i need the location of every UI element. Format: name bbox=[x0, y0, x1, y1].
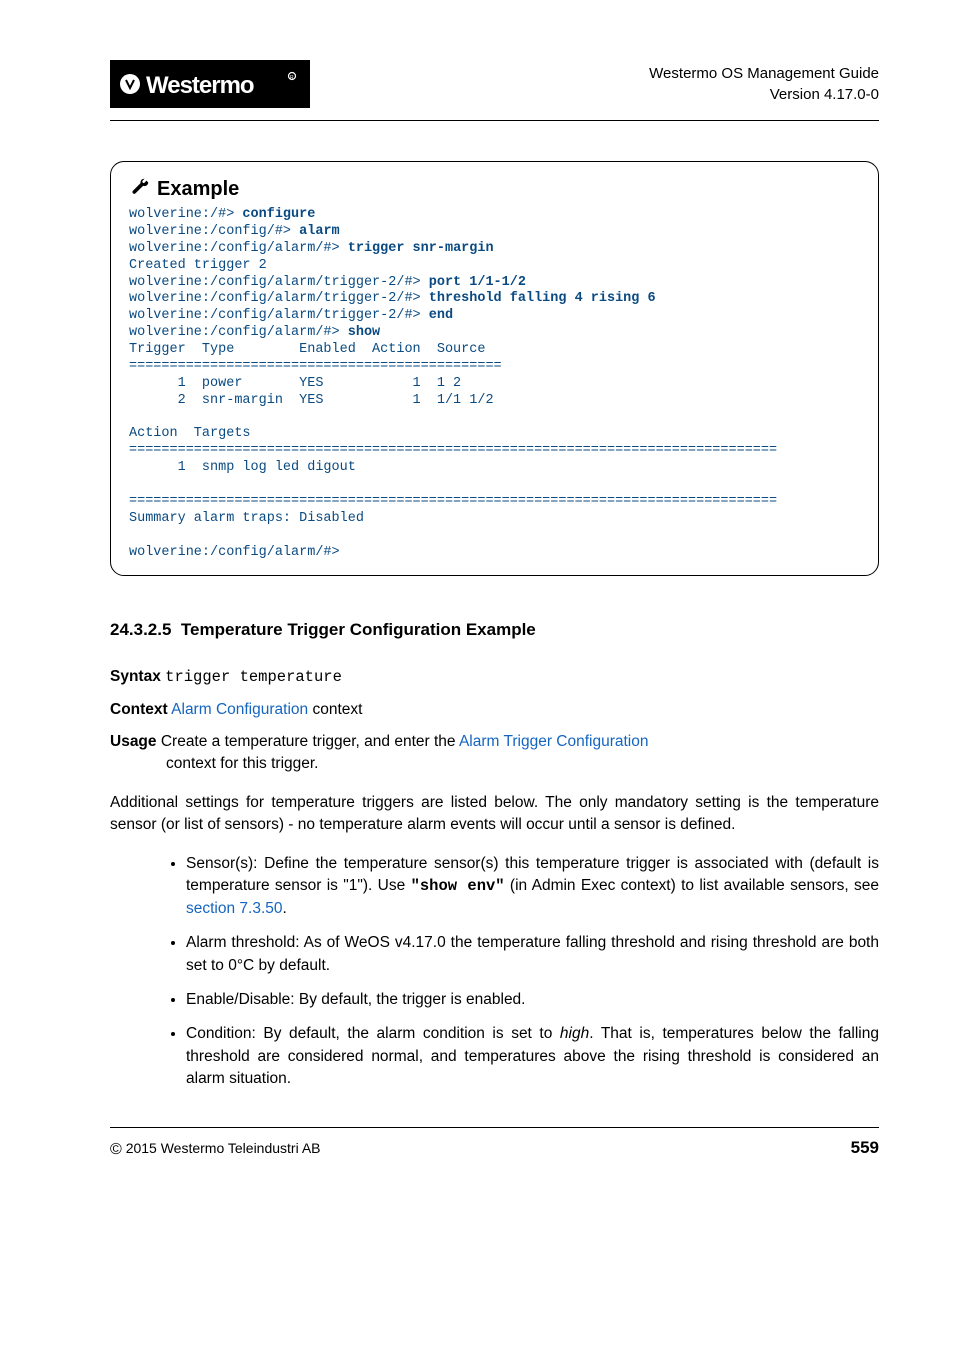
section-number: 24.3.2.5 bbox=[110, 620, 171, 639]
guide-title: Westermo OS Management Guide bbox=[649, 63, 879, 84]
page-number: 559 bbox=[851, 1138, 879, 1158]
bullet-sensors: Sensor(s): Define the temperature sensor… bbox=[186, 853, 879, 920]
section-heading: 24.3.2.5 Temperature Trigger Configurati… bbox=[110, 620, 879, 640]
usage-label: Usage bbox=[110, 733, 157, 750]
page-header: Westermo R Westermo OS Management Guide … bbox=[110, 60, 879, 120]
context-link[interactable]: Alarm Configuration bbox=[171, 701, 308, 718]
example-box: Example wolverine:/#> configure wolverin… bbox=[110, 161, 879, 576]
context-label: Context bbox=[110, 701, 168, 718]
usage-lead-link[interactable]: Alarm Trigger Configuration bbox=[459, 733, 649, 750]
page-footer: © 2015 Westermo Teleindustri AB 559 bbox=[110, 1138, 879, 1159]
svg-text:R: R bbox=[290, 75, 294, 81]
bullet-enable: Enable/Disable: By default, the trigger … bbox=[186, 989, 879, 1011]
svg-text:Westermo: Westermo bbox=[146, 72, 254, 99]
wrench-icon bbox=[129, 176, 151, 203]
usage-para2: Additional settings for temperature trig… bbox=[110, 792, 879, 837]
context-suffix: context bbox=[308, 701, 362, 718]
section-title: Temperature Trigger Configuration Exampl… bbox=[181, 620, 536, 639]
usage-lead-post: context for this trigger. bbox=[166, 755, 319, 772]
bullet-condition: Condition: By default, the alarm conditi… bbox=[186, 1023, 879, 1090]
syntax-label: Syntax bbox=[110, 668, 161, 685]
header-rule bbox=[110, 120, 879, 121]
version-line: Version 4.17.0-0 bbox=[649, 84, 879, 105]
bullet-threshold: Alarm threshold: As of WeOS v4.17.0 the … bbox=[186, 932, 879, 977]
westermo-logo: Westermo R bbox=[110, 60, 310, 108]
usage-lead-pre: Create a temperature trigger, and enter … bbox=[157, 733, 459, 750]
copyright-text: 2015 Westermo Teleindustri AB bbox=[126, 1140, 321, 1156]
terminal-output: wolverine:/#> configure wolverine:/confi… bbox=[129, 207, 860, 561]
show-env-code: "show env" bbox=[411, 877, 505, 895]
syntax-value: trigger temperature bbox=[165, 668, 342, 686]
section-link[interactable]: section 7.3.50 bbox=[186, 900, 283, 917]
footer-rule bbox=[110, 1127, 879, 1128]
example-title: Example bbox=[157, 178, 239, 201]
condition-high: high bbox=[560, 1025, 589, 1042]
